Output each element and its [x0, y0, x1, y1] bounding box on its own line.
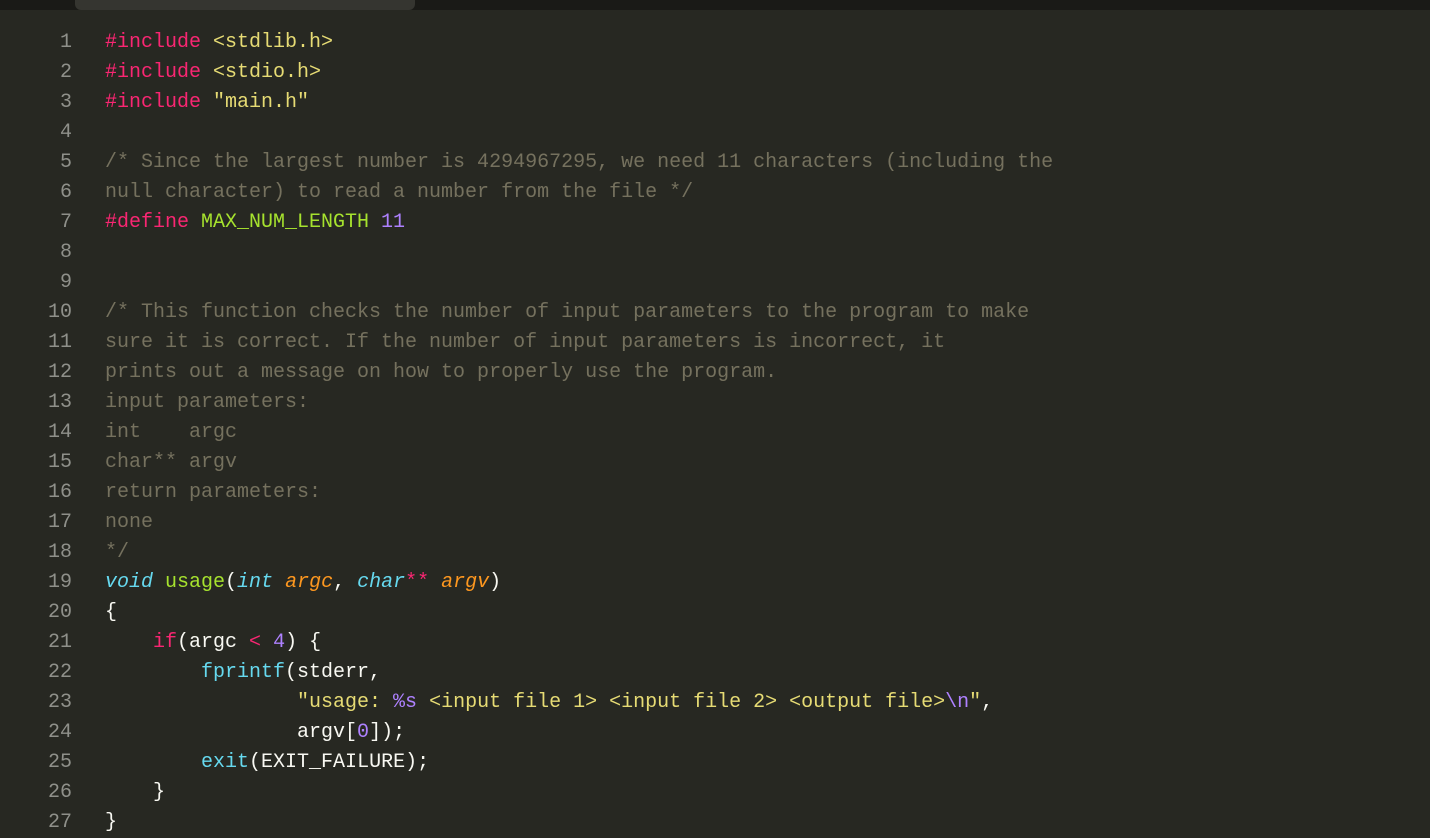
- line-number: 22: [0, 658, 72, 688]
- code-line: exit(EXIT_FAILURE);: [105, 748, 1430, 778]
- line-number: 11: [0, 328, 72, 358]
- line-number: 20: [0, 598, 72, 628]
- code-line: int argc: [105, 418, 1430, 448]
- line-number: 26: [0, 778, 72, 808]
- line-number: 1: [0, 28, 72, 58]
- line-number: 16: [0, 478, 72, 508]
- line-number: 6: [0, 178, 72, 208]
- line-number-gutter: 1 2 3 4 5 6 7 8 9 10 11 12 13 14 15 16 1…: [0, 10, 90, 828]
- code-line: char** argv: [105, 448, 1430, 478]
- code-line: /* Since the largest number is 429496729…: [105, 148, 1430, 178]
- active-tab[interactable]: [75, 0, 415, 10]
- line-number: 15: [0, 448, 72, 478]
- line-number: 14: [0, 418, 72, 448]
- code-line: none: [105, 508, 1430, 538]
- line-number: 21: [0, 628, 72, 658]
- line-number: 9: [0, 268, 72, 298]
- line-number: 17: [0, 508, 72, 538]
- code-line: return parameters:: [105, 478, 1430, 508]
- line-number: 5: [0, 148, 72, 178]
- code-line: #include <stdlib.h>: [105, 28, 1430, 58]
- tab-bar: [0, 0, 1430, 10]
- line-number: 23: [0, 688, 72, 718]
- code-line: argv[0]);: [105, 718, 1430, 748]
- code-line: #include "main.h": [105, 88, 1430, 118]
- code-line: [105, 238, 1430, 268]
- line-number: 4: [0, 118, 72, 148]
- line-number: 10: [0, 298, 72, 328]
- line-number: 12: [0, 358, 72, 388]
- code-line: */: [105, 538, 1430, 568]
- code-line: }: [105, 778, 1430, 808]
- line-number: 25: [0, 748, 72, 778]
- line-number: 27: [0, 808, 72, 838]
- code-line: if(argc < 4) {: [105, 628, 1430, 658]
- code-line: #include <stdio.h>: [105, 58, 1430, 88]
- code-line: "usage: %s <input file 1> <input file 2>…: [105, 688, 1430, 718]
- code-line: null character) to read a number from th…: [105, 178, 1430, 208]
- code-line: [105, 268, 1430, 298]
- line-number: 24: [0, 718, 72, 748]
- line-number: 19: [0, 568, 72, 598]
- line-number: 3: [0, 88, 72, 118]
- code-line: [105, 118, 1430, 148]
- code-line: fprintf(stderr,: [105, 658, 1430, 688]
- line-number: 8: [0, 238, 72, 268]
- code-line: {: [105, 598, 1430, 628]
- code-line: prints out a message on how to properly …: [105, 358, 1430, 388]
- code-line: sure it is correct. If the number of inp…: [105, 328, 1430, 358]
- code-editor[interactable]: #include <stdlib.h>#include <stdio.h>#in…: [90, 10, 1430, 828]
- code-line: #define MAX_NUM_LENGTH 11: [105, 208, 1430, 238]
- line-number: 18: [0, 538, 72, 568]
- line-number: 13: [0, 388, 72, 418]
- code-line: }: [105, 808, 1430, 838]
- line-number: 7: [0, 208, 72, 238]
- code-line: /* This function checks the number of in…: [105, 298, 1430, 328]
- code-line: void usage(int argc, char** argv): [105, 568, 1430, 598]
- line-number: 2: [0, 58, 72, 88]
- code-line: input parameters:: [105, 388, 1430, 418]
- editor-container: 1 2 3 4 5 6 7 8 9 10 11 12 13 14 15 16 1…: [0, 10, 1430, 828]
